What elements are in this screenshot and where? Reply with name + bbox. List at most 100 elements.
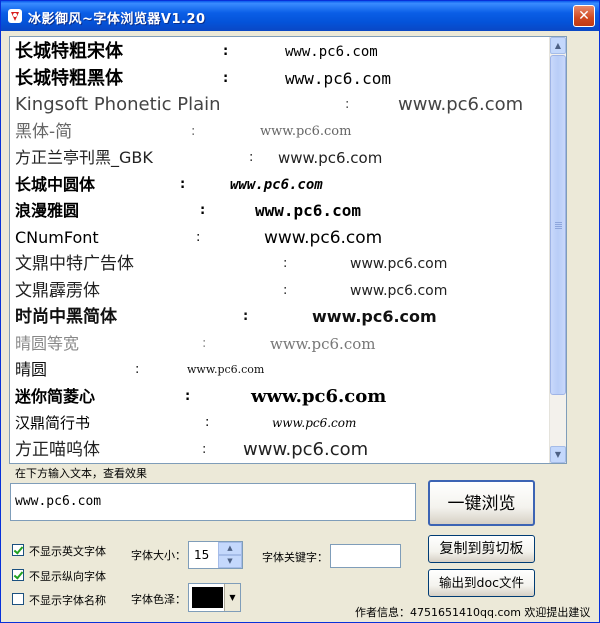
font-name: Kingsoft Phonetic Plain xyxy=(15,94,221,115)
keyword-input[interactable] xyxy=(330,544,401,568)
font-name: 文鼎霹雳体 xyxy=(15,280,100,301)
author-info: 作者信息：4751651410qq.com 欢迎提出建议 xyxy=(355,606,591,619)
checkbox-label: 不显示字体名称 xyxy=(29,594,106,607)
separator: : xyxy=(191,123,196,139)
font-name: 迷你简菱心 xyxy=(15,386,96,406)
separator: : xyxy=(196,229,201,245)
separator: : xyxy=(223,70,229,86)
font-name: 晴圆等宽 xyxy=(15,333,80,353)
font-name: 汉鼎简行书 xyxy=(15,414,91,432)
font-sample: www.pc6.com xyxy=(312,307,437,326)
window-title: 冰影御风~字体浏览器V1.20 xyxy=(28,12,206,27)
font-preview-list[interactable]: 长城特粗宋体: www.pc6.com 长城特粗黑体: www.pc6.com King… xyxy=(9,36,567,464)
vertical-scrollbar[interactable]: ▲ ▼ xyxy=(549,37,566,463)
font-sample: www.pc6.com xyxy=(260,123,352,139)
font-sample: www.pc6.com xyxy=(398,94,524,115)
font-row: 长城特粗宋体: www.pc6.com xyxy=(15,39,545,65)
scroll-down-button[interactable]: ▼ xyxy=(550,446,566,463)
dropdown-button[interactable]: ▼ xyxy=(224,584,240,611)
font-sample: www.pc6.com xyxy=(270,334,376,353)
separator: : xyxy=(200,203,206,218)
font-sample: www.pc6.com xyxy=(278,149,383,167)
font-sample: www.pc6.com xyxy=(350,282,448,299)
font-name: 黑体-简 xyxy=(15,121,73,142)
separator: : xyxy=(205,415,210,430)
separator: : xyxy=(249,150,254,165)
spin-down-button[interactable]: ▼ xyxy=(218,555,242,568)
close-icon: ✕ xyxy=(578,8,590,24)
font-row: 晴圆等宽: www.pc6.com xyxy=(15,331,545,357)
font-size-label: 字体大小： xyxy=(131,549,186,562)
font-color-select[interactable]: ▼ xyxy=(188,583,241,612)
font-sample: www.pc6.com xyxy=(285,44,378,60)
browse-button[interactable]: 一键浏览 xyxy=(428,480,535,526)
app-logo-icon xyxy=(8,9,22,23)
font-sample: www.pc6.com xyxy=(350,256,448,272)
checkbox-label: 不显示英文字体 xyxy=(29,545,106,558)
title-bar[interactable]: 冰影御风~字体浏览器V1.20 ✕ xyxy=(1,1,599,31)
separator: : xyxy=(185,388,191,404)
arrow-down-icon: ▼ xyxy=(554,450,562,459)
preview-text-input[interactable]: www.pc6.com xyxy=(10,483,416,521)
scroll-up-button[interactable]: ▲ xyxy=(550,37,566,54)
font-name: 时尚中黑简体 xyxy=(15,307,117,327)
font-row: 黑体-简: www.pc6.com xyxy=(15,119,545,145)
font-row: 方正兰亭刊黑_GBK: www.pc6.com xyxy=(15,145,545,171)
keyword-label: 字体关键字： xyxy=(262,551,328,564)
font-name: 长城特粗黑体 xyxy=(15,67,123,89)
font-row: 文鼎中特广告体: www.pc6.com xyxy=(15,251,545,277)
checkbox-box[interactable] xyxy=(12,569,24,581)
font-name: 长城中圆体 xyxy=(15,174,96,194)
font-row: 晴圆: www.pc6.com xyxy=(15,357,545,383)
font-row: 迷你简菱心: www.pc6.com xyxy=(15,384,545,410)
font-sample: www.pc6.com xyxy=(264,227,383,248)
font-row: 汉鼎简行书: www.pc6.com xyxy=(15,410,545,436)
font-row: 长城中圆体: www.pc6.com xyxy=(15,172,545,198)
font-sample: www.pc6.com xyxy=(272,416,357,430)
font-sample: www.pc6.com xyxy=(255,201,361,220)
font-sample: www.pc6.com xyxy=(251,385,387,407)
separator: : xyxy=(243,309,249,324)
font-size-spinner[interactable]: 15 ▲ ▼ xyxy=(188,541,243,569)
export-doc-button[interactable]: 输出到doc文件 xyxy=(428,569,535,597)
copy-to-clipboard-button[interactable]: 复制到剪切板 xyxy=(428,535,535,563)
checkbox-label: 不显示纵向字体 xyxy=(29,570,106,583)
close-button[interactable]: ✕ xyxy=(573,5,595,27)
font-color-label: 字体色泽： xyxy=(131,593,186,606)
separator: : xyxy=(202,441,207,457)
font-sample: www.pc6.com xyxy=(243,438,369,460)
font-name: 浪漫雅圆 xyxy=(15,201,80,220)
font-sample: www.pc6.com xyxy=(187,363,265,376)
input-hint: 在下方输入文本，查看效果 xyxy=(15,467,147,480)
font-row: 文鼎霹雳体: www.pc6.com xyxy=(15,278,545,304)
separator: : xyxy=(283,256,288,271)
font-sample: www.pc6.com xyxy=(230,176,323,193)
font-sample: www.pc6.com xyxy=(285,68,391,88)
separator: : xyxy=(202,335,207,351)
separator: : xyxy=(135,362,140,377)
font-name: 晴圆 xyxy=(15,360,48,379)
spin-up-button[interactable]: ▲ xyxy=(218,542,242,555)
font-rows: 长城特粗宋体: www.pc6.com 长城特粗黑体: www.pc6.com King… xyxy=(10,37,551,463)
arrow-up-icon: ▲ xyxy=(227,544,233,552)
scroll-thumb[interactable] xyxy=(550,55,566,395)
separator: : xyxy=(283,282,288,298)
font-name: 长城特粗宋体 xyxy=(15,41,123,62)
font-size-value[interactable]: 15 xyxy=(194,548,209,562)
separator: : xyxy=(180,176,186,192)
font-name: 方正兰亭刊黑_GBK xyxy=(15,148,153,167)
font-row: CNumFont: www.pc6.com xyxy=(15,225,545,251)
font-row: 时尚中黑简体: www.pc6.com xyxy=(15,304,545,330)
font-row: 长城特粗黑体: www.pc6.com xyxy=(15,66,545,92)
color-swatch xyxy=(192,587,223,608)
arrow-down-icon: ▼ xyxy=(227,557,233,565)
font-name: 方正喵呜体 xyxy=(15,439,100,460)
arrow-up-icon: ▲ xyxy=(554,41,562,50)
main-window: 冰影御风~字体浏览器V1.20 ✕ 长城特粗宋体: www.pc6.com 长城特粗… xyxy=(0,0,600,623)
checkbox-box[interactable] xyxy=(12,544,24,556)
separator: : xyxy=(345,97,350,112)
checkbox-box[interactable] xyxy=(12,593,24,605)
separator: : xyxy=(223,44,229,59)
font-row: 方正喵呜体: www.pc6.com xyxy=(15,437,545,463)
font-name: CNumFont xyxy=(15,227,99,247)
